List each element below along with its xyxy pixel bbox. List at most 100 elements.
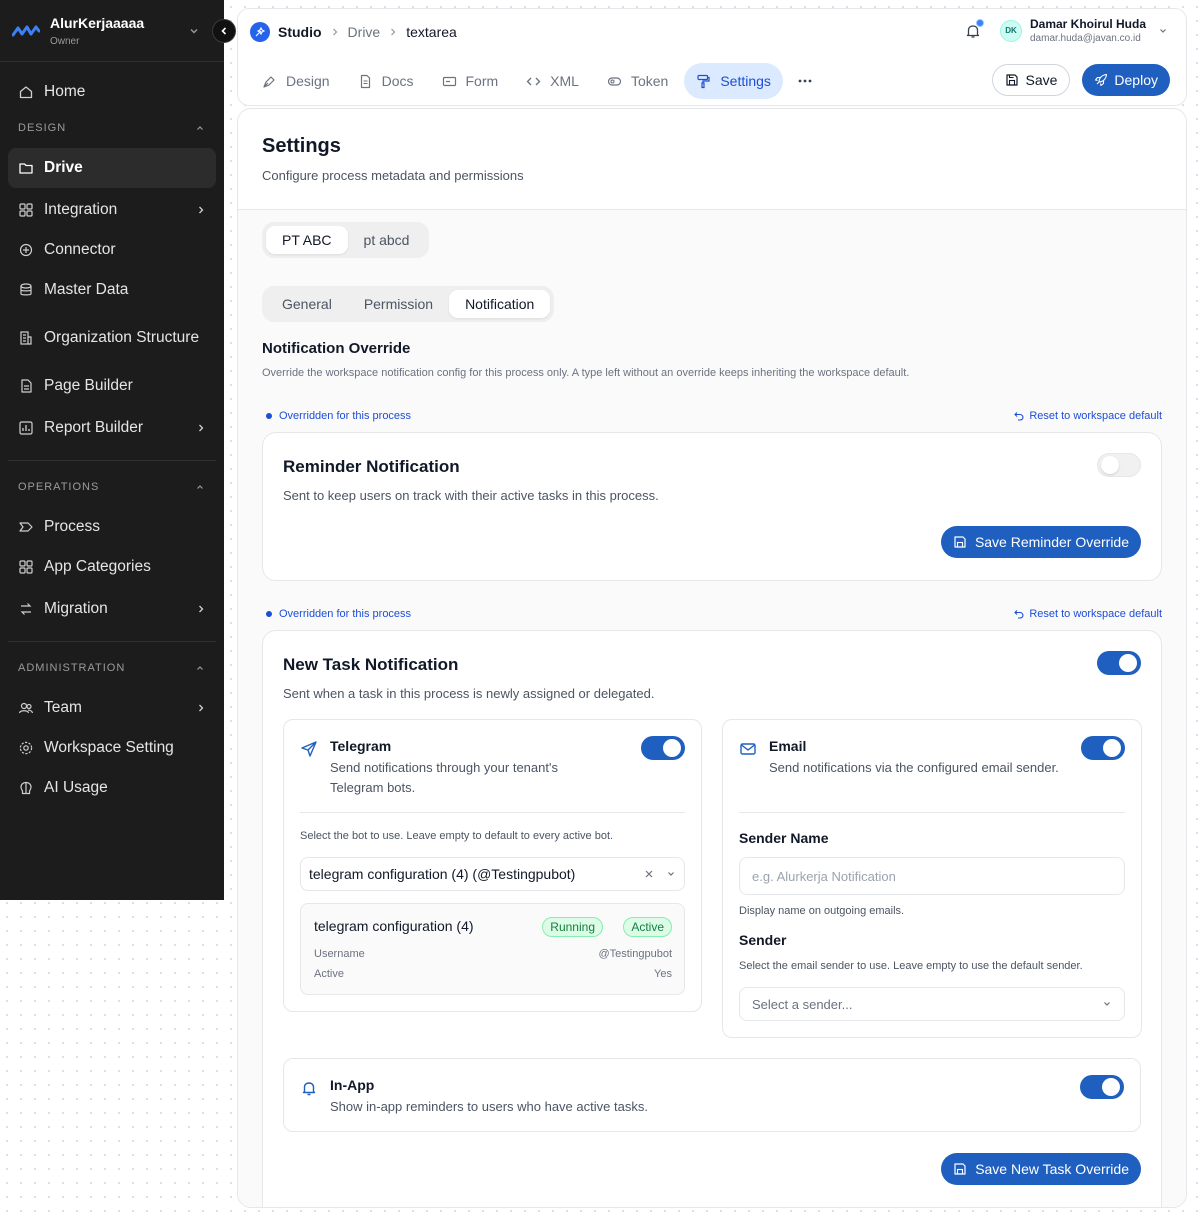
status-dot: [266, 611, 272, 617]
chevron-down-icon[interactable]: [1158, 26, 1168, 36]
sender-name-input[interactable]: e.g. Alurkerja Notification: [739, 857, 1125, 895]
reset-reminder-link[interactable]: Reset to workspace default: [1014, 410, 1162, 422]
company-tab-pt-abc[interactable]: PT ABC: [266, 226, 348, 254]
save-new-task-override-button[interactable]: Save New Task Override: [941, 1153, 1141, 1185]
page-icon: [21, 379, 32, 393]
subtab-general[interactable]: General: [266, 290, 348, 318]
tab-label: Token: [630, 73, 669, 89]
brain-icon: [20, 781, 32, 795]
email-toggle[interactable]: [1081, 736, 1125, 760]
user-info[interactable]: Damar Khoirul Huda damar.huda@javan.co.i…: [1030, 17, 1146, 44]
tab-design[interactable]: Design: [250, 63, 342, 99]
notification-dot: [975, 18, 984, 27]
operations-section-header[interactable]: OPERATIONS: [0, 471, 224, 503]
divider: [8, 460, 216, 461]
sender-hint: Select the email sender to use. Leave em…: [739, 960, 1083, 972]
tab-label: Design: [286, 73, 330, 89]
mail-icon: [740, 743, 756, 755]
divider: [8, 641, 216, 642]
bot-select[interactable]: telegram configuration (4) (@Testingpubo…: [300, 857, 685, 891]
save-button[interactable]: Save: [992, 64, 1071, 96]
sidebar-item-integration[interactable]: Integration: [8, 190, 216, 230]
reminder-toggle[interactable]: [1097, 453, 1141, 477]
page-title: Settings: [262, 135, 341, 157]
save-icon: [954, 1163, 966, 1175]
tab-label: Form: [465, 73, 499, 89]
telegram-toggle[interactable]: [641, 736, 685, 760]
sender-name-hint: Display name on outgoing emails.: [739, 905, 905, 917]
chevron-up-icon: [197, 666, 203, 670]
more-tabs-button[interactable]: [787, 63, 823, 99]
save-reminder-override-button[interactable]: Save Reminder Override: [940, 526, 1141, 558]
sender-placeholder: Select a sender...: [752, 996, 853, 1012]
override-label: Overridden for this process: [279, 608, 412, 620]
tab-token[interactable]: Token: [595, 63, 680, 99]
sender-label: Sender: [739, 932, 787, 948]
section-description: Override the workspace notification conf…: [262, 367, 910, 379]
alurkerja-logo-icon: [12, 25, 40, 36]
sidebar-item-app-categories[interactable]: App Categories: [8, 547, 216, 587]
tab-docs[interactable]: Docs: [346, 63, 426, 99]
pen-tool-icon: [263, 75, 275, 88]
breadcrumb-studio[interactable]: Studio: [278, 24, 322, 40]
clear-icon[interactable]: [644, 869, 654, 879]
sidebar-item-team[interactable]: Team: [8, 688, 216, 728]
toggle-knob: [663, 739, 681, 757]
toggle-knob: [1119, 654, 1137, 672]
subtab-permission[interactable]: Permission: [348, 290, 449, 318]
deploy-label: Deploy: [1114, 72, 1158, 88]
chevron-left-icon: [221, 27, 227, 35]
administration-section-header[interactable]: ADMINISTRATION: [0, 652, 224, 684]
sidebar-item-migration[interactable]: Migration: [8, 589, 216, 629]
sidebar-item-ai-usage[interactable]: AI Usage: [8, 768, 216, 808]
sender-select[interactable]: Select a sender...: [739, 987, 1125, 1021]
selected-bot: telegram configuration (4) (@Testingpubo…: [309, 866, 576, 882]
sidebar-item-label: App Categories: [44, 558, 151, 575]
design-section-header[interactable]: DESIGN: [0, 112, 224, 144]
user-area: DK Damar Khoirul Huda damar.huda@javan.c…: [964, 17, 1168, 44]
notifications-button[interactable]: [964, 18, 984, 40]
tab-form[interactable]: Form: [430, 63, 511, 99]
new-task-toggle[interactable]: [1097, 651, 1141, 675]
chevron-up-icon: [197, 126, 203, 130]
sidebar-item-process[interactable]: Process: [8, 507, 216, 547]
workspace-switcher[interactable]: AlurKerjaaaaa Owner: [0, 0, 236, 62]
building-icon: [20, 331, 32, 345]
company-switcher: PT ABC pt abcd: [262, 222, 430, 258]
tab-settings[interactable]: Settings: [684, 63, 783, 99]
reset-new-task-link[interactable]: Reset to workspace default: [1014, 608, 1162, 620]
company-tab-pt-abcd[interactable]: pt abcd: [348, 226, 426, 254]
in-app-toggle[interactable]: [1080, 1075, 1124, 1099]
paint-roller-icon: [697, 74, 710, 88]
settings-subtabs: General Permission Notification: [262, 286, 555, 322]
sidebar-item-organization-structure[interactable]: Organization Structure: [8, 310, 216, 366]
swap-icon: [20, 603, 32, 615]
channel-title: Telegram: [330, 738, 392, 754]
chevron-down-icon: [1104, 1002, 1110, 1006]
subtab-notification[interactable]: Notification: [449, 290, 551, 318]
username-value: @Testingpubot: [598, 948, 672, 960]
card-description: Sent to keep users on track with their a…: [283, 488, 659, 503]
breadcrumb-drive[interactable]: Drive: [348, 24, 381, 40]
tab-xml[interactable]: XML: [514, 63, 591, 99]
avatar[interactable]: DK: [999, 19, 1022, 42]
toggle-knob: [1102, 1078, 1120, 1096]
process-icon: [19, 522, 33, 532]
chevron-down-icon: [668, 872, 674, 876]
sidebar-item-page-builder[interactable]: Page Builder: [8, 366, 216, 406]
channel-description: Send notifications through your tenant's…: [330, 760, 558, 795]
override-label: Overridden for this process: [279, 410, 412, 422]
sidebar: AlurKerjaaaaa Owner Home DESIGN Drive In…: [0, 0, 236, 900]
sidebar-item-workspace-setting[interactable]: Workspace Setting: [8, 728, 216, 768]
sidebar-item-drive[interactable]: Drive: [8, 148, 216, 188]
sidebar-item-connector[interactable]: Connector: [8, 230, 216, 270]
sidebar-item-home[interactable]: Home: [8, 72, 216, 112]
collapse-sidebar-button[interactable]: [212, 19, 236, 43]
page-subtitle: Configure process metadata and permissio…: [262, 168, 524, 183]
send-icon: [301, 741, 317, 757]
sidebar-item-master-data[interactable]: Master Data: [8, 270, 216, 310]
bell-icon: [302, 1082, 316, 1096]
deploy-button[interactable]: Deploy: [1082, 64, 1170, 96]
sidebar-item-report-builder[interactable]: Report Builder: [8, 408, 216, 448]
users-icon: [18, 702, 34, 714]
